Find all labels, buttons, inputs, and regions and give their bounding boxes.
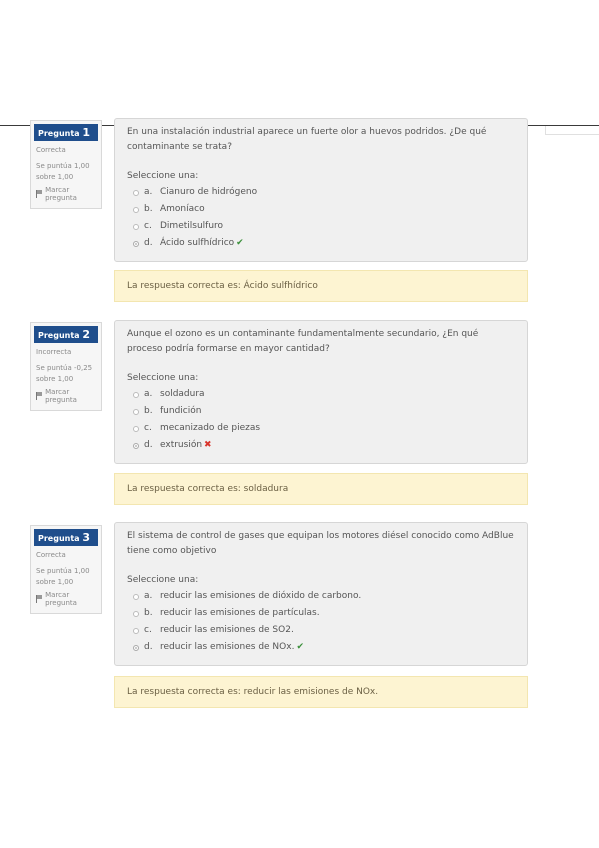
feedback-text: La respuesta correcta es: soldadura	[127, 484, 289, 494]
flag-question-label: Marcar pregunta	[45, 186, 77, 202]
question-info-1: Pregunta 1 Correcta Se puntúa 1,00 sobre…	[30, 120, 102, 209]
radio-button[interactable]	[133, 408, 139, 415]
radio-button[interactable]	[133, 627, 139, 634]
question-number-badge: Pregunta 1	[34, 124, 98, 141]
question-max-score: sobre 1,00	[36, 375, 74, 383]
option-text: Cianuro de hidrógeno	[160, 187, 258, 197]
cross-icon: ✖	[204, 440, 212, 450]
radio-button[interactable]	[133, 610, 139, 617]
question-max-score: sobre 1,00	[36, 578, 74, 586]
option-text: reducir las emisiones de partículas.	[160, 608, 320, 618]
question-label: Pregunta	[38, 331, 80, 340]
answer-option-b[interactable]: b. reducir las emisiones de partículas.	[133, 605, 515, 622]
question-score: Se puntúa -0,25	[36, 364, 93, 372]
option-letter: c.	[144, 625, 152, 635]
question-info-2: Pregunta 2 Incorrecta Se puntúa -0,25 so…	[30, 322, 102, 411]
radio-button-selected[interactable]	[133, 442, 139, 449]
flag-question-label: Marcar pregunta	[45, 591, 77, 607]
flag-question-label: Marcar pregunta	[45, 388, 77, 404]
answer-option-a[interactable]: a. Cianuro de hidrógeno	[133, 184, 515, 201]
question-text: Aunque el ozono es un contaminante funda…	[127, 329, 479, 354]
option-letter: b.	[144, 406, 153, 416]
option-text: fundición	[160, 406, 202, 416]
question-number: 2	[82, 328, 91, 341]
answer-option-b[interactable]: b. fundición	[133, 403, 515, 420]
question-score: Se puntúa 1,00	[36, 567, 90, 575]
check-icon: ✔	[236, 238, 244, 248]
answer-option-d[interactable]: d. reducir las emisiones de NOx. ✔	[133, 639, 515, 656]
answer-option-d[interactable]: d. Ácido sulfhídrico ✔	[133, 235, 515, 252]
flag-icon	[36, 392, 43, 400]
radio-button-selected[interactable]	[133, 240, 139, 247]
option-text: reducir las emisiones de SO2.	[160, 625, 294, 635]
answer-option-b[interactable]: b. Amoníaco	[133, 201, 515, 218]
option-text: Dimetilsulfuro	[160, 221, 224, 231]
answer-option-c[interactable]: c. reducir las emisiones de SO2.	[133, 622, 515, 639]
question-status: Incorrecta	[36, 348, 72, 356]
option-letter: d.	[144, 642, 153, 652]
check-icon: ✔	[296, 642, 304, 652]
question-number: 1	[82, 126, 91, 139]
answer-option-c[interactable]: c. mecanizado de piezas	[133, 420, 515, 437]
option-letter: b.	[144, 608, 153, 618]
radio-button-selected[interactable]	[133, 644, 139, 651]
flag-question-button[interactable]: Marcar pregunta	[31, 186, 101, 202]
option-letter: c.	[144, 423, 152, 433]
option-letter: a.	[144, 591, 153, 601]
option-letter: a.	[144, 187, 153, 197]
radio-button[interactable]	[133, 593, 139, 600]
option-text: soldadura	[160, 389, 205, 399]
question-number: 3	[82, 531, 91, 544]
question-status: Correcta	[36, 146, 66, 154]
radio-button[interactable]	[133, 391, 139, 398]
flag-question-button[interactable]: Marcar pregunta	[31, 591, 101, 607]
correct-answer-feedback-2: La respuesta correcta es: soldadura	[114, 473, 528, 505]
option-text: Amoníaco	[160, 204, 205, 214]
flag-icon	[36, 190, 43, 198]
question-text: El sistema de control de gases que equip…	[127, 531, 514, 556]
question-box-3: El sistema de control de gases que equip…	[114, 522, 528, 666]
radio-button[interactable]	[133, 189, 139, 196]
option-letter: b.	[144, 204, 153, 214]
answer-option-d[interactable]: d. extrusión ✖	[133, 437, 515, 454]
flag-question-button[interactable]: Marcar pregunta	[31, 388, 101, 404]
question-box-2: Aunque el ozono es un contaminante funda…	[114, 320, 528, 464]
option-letter: d.	[144, 440, 153, 450]
radio-button[interactable]	[133, 223, 139, 230]
question-label: Pregunta	[38, 534, 80, 543]
question-info-3: Pregunta 3 Correcta Se puntúa 1,00 sobre…	[30, 525, 102, 614]
answer-option-a[interactable]: a. soldadura	[133, 386, 515, 403]
select-one-label: Seleccione una:	[127, 373, 199, 383]
correct-answer-feedback-3: La respuesta correcta es: reducir las em…	[114, 676, 528, 708]
option-letter: d.	[144, 238, 153, 248]
question-status: Correcta	[36, 551, 66, 559]
header-box	[545, 126, 599, 135]
question-score: Se puntúa 1,00	[36, 162, 90, 170]
correct-answer-feedback-1: La respuesta correcta es: Ácido sulfhídr…	[114, 270, 528, 302]
feedback-text: La respuesta correcta es: reducir las em…	[127, 687, 379, 697]
option-text: reducir las emisiones de dióxido de carb…	[160, 591, 362, 601]
answer-option-c[interactable]: c. Dimetilsulfuro	[133, 218, 515, 235]
question-number-badge: Pregunta 2	[34, 326, 98, 343]
option-text: mecanizado de piezas	[160, 423, 261, 433]
flag-icon	[36, 595, 43, 603]
answer-option-a[interactable]: a. reducir las emisiones de dióxido de c…	[133, 588, 515, 605]
option-text: extrusión	[160, 440, 203, 450]
select-one-label: Seleccione una:	[127, 575, 199, 585]
select-one-label: Seleccione una:	[127, 171, 199, 181]
question-box-1: En una instalación industrial aparece un…	[114, 118, 528, 262]
option-text: reducir las emisiones de NOx.	[160, 642, 295, 652]
question-label: Pregunta	[38, 129, 80, 138]
option-letter: c.	[144, 221, 152, 231]
question-number-badge: Pregunta 3	[34, 529, 98, 546]
feedback-text: La respuesta correcta es: Ácido sulfhídr…	[127, 281, 318, 291]
radio-button[interactable]	[133, 425, 139, 432]
option-text: Ácido sulfhídrico	[160, 238, 235, 248]
radio-button[interactable]	[133, 206, 139, 213]
option-letter: a.	[144, 389, 153, 399]
question-max-score: sobre 1,00	[36, 173, 74, 181]
question-text: En una instalación industrial aparece un…	[127, 127, 487, 152]
